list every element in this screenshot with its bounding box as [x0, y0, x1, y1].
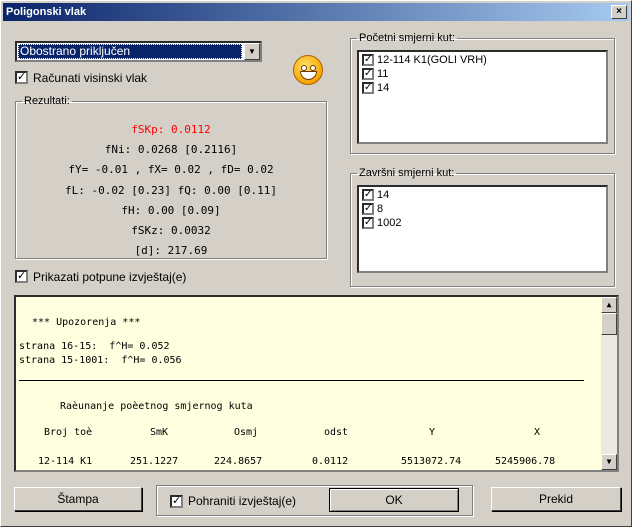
title-bar: Poligonski vlak × [3, 3, 629, 21]
start-angle-legend: Početni smjerni kut: [359, 32, 455, 44]
report-warning-line: strana 16-15: f^H= 0.052 [19, 341, 170, 352]
height-checkbox-label: Računati visinski vlak [33, 71, 148, 85]
item-checkbox[interactable]: ✓ [362, 217, 374, 230]
mode-select-value: Obostrano priključen [18, 44, 242, 59]
results-legend: Rezultati: [24, 95, 70, 107]
report-warning-line: strana 15-1001: f^H= 0.056 [19, 355, 182, 366]
scroll-up-icon[interactable]: ▲ [601, 297, 617, 313]
header-cell: odst [324, 427, 349, 438]
list-item[interactable]: ✓ 1002 [362, 217, 401, 231]
result-fy-fx-fd: fY= -0.01 , fX= 0.02 , fD= 0.02 [68, 163, 274, 176]
save-report-checkbox-label: Pohraniti izvještaj(e) [188, 494, 297, 508]
smiley-icon [293, 55, 323, 85]
list-item[interactable]: ✓ 11 [362, 68, 388, 82]
report-divider [19, 380, 584, 381]
results-group: Rezultati: fSKp: 0.0112 fNi: 0.0268 [0.2… [15, 95, 327, 259]
close-button[interactable]: × [611, 5, 627, 19]
scroll-down-icon[interactable]: ▼ [601, 454, 617, 470]
list-item[interactable]: ✓ 12-114 K1(GOLI VRH) [362, 54, 487, 68]
end-angle-group: Završni smjerni kut: ✓ 14 ✓ 8 ✓ 1002 [350, 167, 615, 287]
chevron-down-icon[interactable]: ▼ [244, 43, 260, 60]
report-scrollbar[interactable]: ▲ ▼ [601, 297, 617, 470]
print-button[interactable]: Štampa [14, 487, 142, 511]
item-checkbox[interactable]: ✓ [362, 54, 374, 67]
table-cell: 224.8657 [214, 456, 263, 467]
table-cell: 5513072.74 [401, 456, 462, 467]
table-row: 12-114 K1 251.1227 224.8657 0.0112 55130… [16, 456, 606, 470]
report-warning-title: *** Upozorenja *** [32, 317, 141, 328]
result-d: [d]: 217.69 [134, 244, 208, 257]
item-checkbox[interactable]: ✓ [362, 82, 374, 95]
result-fskz: fSKz: 0.0032 [131, 224, 211, 237]
report-text-area[interactable]: *** Upozorenja *** strana 16-15: f^H= 0.… [14, 295, 619, 472]
table-cell: 5245906.78 [495, 456, 556, 467]
header-cell: Y [429, 427, 436, 438]
table-cell: 251.1227 [130, 456, 179, 467]
scroll-thumb[interactable] [601, 313, 617, 335]
header-cell: SmK [150, 427, 169, 438]
ok-button[interactable]: OK [329, 488, 459, 512]
list-item[interactable]: ✓ 14 [362, 82, 389, 96]
header-cell: X [534, 427, 541, 438]
table-cell: 12-114 K1 [38, 456, 93, 467]
item-checkbox[interactable]: ✓ [362, 189, 374, 202]
result-fh: fH: 0.00 [0.09] [121, 204, 221, 217]
start-angle-group: Početni smjerni kut: ✓ 12-114 K1(GOLI VRH… [350, 32, 615, 154]
list-item[interactable]: ✓ 14 [362, 189, 389, 203]
mode-select[interactable]: Obostrano priključen ▼ [15, 41, 262, 62]
end-angle-legend: Završni smjerni kut: [359, 167, 455, 179]
list-item[interactable]: ✓ 8 [362, 203, 383, 217]
cancel-button[interactable]: Prekid [491, 487, 621, 511]
result-fl-fq: fL: -0.02 [0.23] fQ: 0.00 [0.11] [65, 184, 277, 197]
full-report-checkbox[interactable]: ✓ [15, 270, 28, 283]
dialog-window: Poligonski vlak × Obostrano priključen ▼… [0, 0, 632, 527]
save-report-checkbox[interactable]: ✓ [170, 495, 183, 508]
end-angle-list[interactable]: ✓ 14 ✓ 8 ✓ 1002 [357, 185, 608, 273]
window-title: Poligonski vlak [6, 6, 87, 18]
height-checkbox[interactable]: ✓ [15, 71, 28, 84]
report-section-title: Raèunanje poèetnog smjernog kuta [60, 401, 253, 412]
header-cell: Broj toè [44, 427, 93, 438]
result-fni: fNi: 0.0268 [0.2116] [104, 143, 238, 156]
start-angle-list[interactable]: ✓ 12-114 K1(GOLI VRH) ✓ 11 ✓ 14 [357, 50, 608, 144]
result-fskp: fSKp: 0.0112 [131, 123, 211, 136]
item-checkbox[interactable]: ✓ [362, 203, 374, 216]
full-report-checkbox-label: Prikazati potpune izvještaj(e) [33, 270, 187, 284]
item-checkbox[interactable]: ✓ [362, 68, 374, 81]
report-table-header: Broj toè SmK Osmj odst Y X [16, 427, 606, 441]
header-cell: Osmj [234, 427, 259, 438]
table-cell: 0.0112 [312, 456, 349, 467]
